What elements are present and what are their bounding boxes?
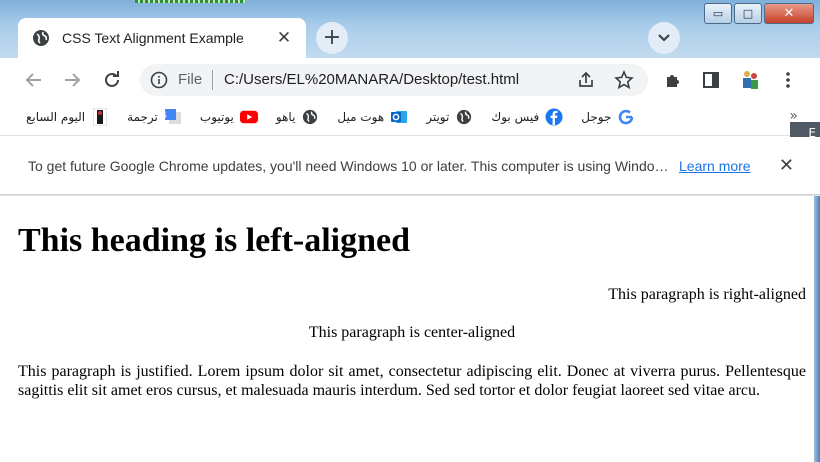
google-icon <box>617 108 635 126</box>
bookmark-label: اليوم السابع <box>26 110 86 124</box>
info-icon[interactable] <box>150 71 168 89</box>
bookmark-label: ترجمة <box>127 110 158 124</box>
close-window-button[interactable]: ✕ <box>764 3 814 24</box>
translate-icon: G <box>164 108 182 126</box>
tab-close-icon[interactable]: ✕ <box>274 28 294 48</box>
tab-css-text-alignment[interactable]: CSS Text Alignment Example ✕ <box>18 18 306 58</box>
paragraph-center-aligned: This paragraph is center-aligned <box>308 324 516 341</box>
bookmark-item[interactable]: اليوم السابع <box>26 108 109 126</box>
update-infobar: To get future Google Chrome updates, you… <box>0 137 820 195</box>
arrow-right-icon <box>65 73 81 87</box>
browser-toolbar: File C:/Users/EL%20MANARA/Desktop/test.h… <box>0 58 820 102</box>
reload-button[interactable] <box>96 64 128 96</box>
forward-button[interactable] <box>56 64 88 96</box>
bookmark-label: هوت ميل <box>337 110 385 124</box>
globe-icon <box>33 30 49 46</box>
infobar-message: To get future Google Chrome updates, you… <box>28 158 669 174</box>
youtube-icon <box>239 108 258 126</box>
infobar-close-icon[interactable]: ✕ <box>779 155 794 176</box>
omnibox-divider <box>212 70 213 90</box>
window-right-edge <box>814 196 820 462</box>
bookmark-item[interactable]: G ترجمة <box>127 108 182 126</box>
file-label: File <box>178 71 203 88</box>
star-icon[interactable] <box>614 70 634 90</box>
paragraph-right-aligned: This paragraph is right-aligned <box>608 286 806 303</box>
bookmark-label: فيس بوك <box>491 110 540 124</box>
side-panel-button[interactable] <box>695 64 727 96</box>
learn-more-link[interactable]: Learn more <box>679 158 751 174</box>
arrow-left-icon <box>25 73 41 87</box>
bookmark-item[interactable]: هوت ميل <box>337 108 408 126</box>
titlebar-accent <box>135 0 245 3</box>
bookmark-item[interactable]: تويتر <box>426 108 473 126</box>
globe-icon <box>301 108 319 126</box>
kebab-menu-icon <box>786 72 790 88</box>
extensions-button[interactable] <box>657 64 689 96</box>
tab-search-button[interactable] <box>648 22 680 54</box>
tab-title: CSS Text Alignment Example <box>62 30 244 46</box>
chevron-down-icon <box>658 34 670 42</box>
paragraph-justified: This paragraph is justified. Lorem ipsum… <box>18 363 806 400</box>
share-icon[interactable] <box>576 70 596 90</box>
back-button[interactable] <box>18 64 50 96</box>
bookmark-label: يوتيوب <box>199 110 234 124</box>
page-content: This heading is left-aligned This paragr… <box>0 196 814 462</box>
url-text[interactable]: C:/Users/EL%20MANARA/Desktop/test.html <box>224 71 519 88</box>
outlook-icon <box>390 108 408 126</box>
bookmark-item[interactable]: ياهو <box>276 108 320 126</box>
new-tab-button[interactable]: + <box>316 22 348 54</box>
maximize-button[interactable]: □ <box>734 3 762 24</box>
globe-icon <box>455 108 473 126</box>
address-bar[interactable]: File C:/Users/EL%20MANARA/Desktop/test.h… <box>140 64 648 96</box>
reload-icon <box>105 71 119 87</box>
bookmark-label: جوجل <box>581 110 612 124</box>
bookmarks-list: جوجل فيس بوك تويتر هوت ميل ياهو يوتيوب ت… <box>26 108 676 126</box>
bookmark-label: تويتر <box>426 110 450 124</box>
facebook-icon <box>545 108 563 126</box>
puzzle-icon <box>667 75 679 87</box>
window-controls: ▭ □ ✕ <box>704 3 814 24</box>
minimize-button[interactable]: ▭ <box>704 3 732 24</box>
avatar-icon <box>743 71 758 89</box>
bookmark-label: ياهو <box>275 110 296 124</box>
bookmark-item[interactable]: فيس بوك <box>491 108 563 126</box>
profile-button[interactable] <box>734 64 766 96</box>
bookmarks-bar: جوجل فيس بوك تويتر هوت ميل ياهو يوتيوب ت… <box>0 102 820 136</box>
bookmark-item[interactable]: يوتيوب <box>200 108 258 126</box>
page-heading: This heading is left-aligned <box>18 222 411 259</box>
menu-button[interactable] <box>772 64 804 96</box>
side-panel-icon <box>703 72 719 88</box>
youm7-icon <box>91 108 109 126</box>
bookmark-item[interactable]: جوجل <box>581 108 635 126</box>
svg-text:G: G <box>164 111 167 121</box>
